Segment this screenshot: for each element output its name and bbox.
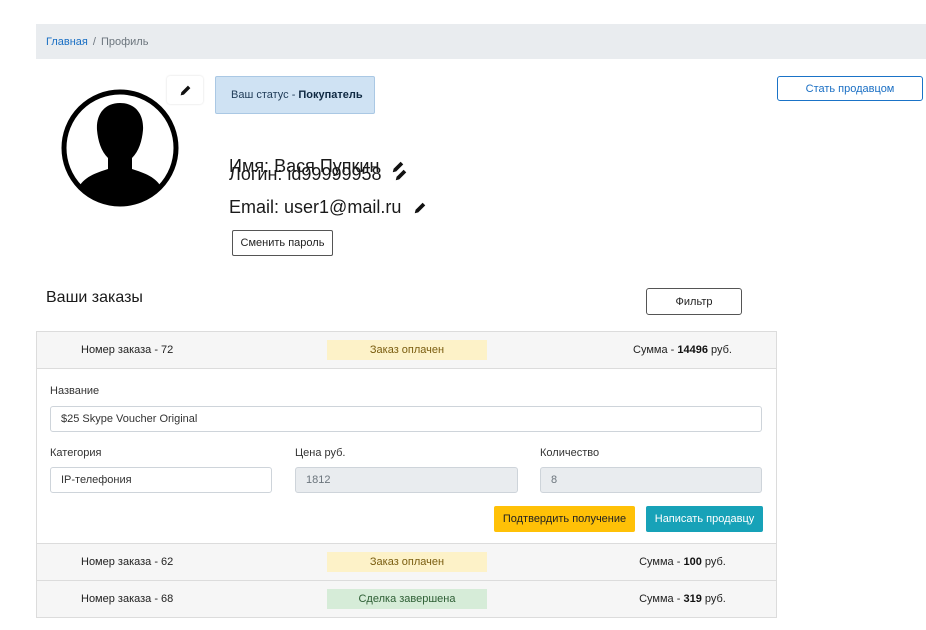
orders-list: Номер заказа - 72 Заказ оплачен Сумма - … xyxy=(36,331,777,618)
quantity-label: Количество xyxy=(540,447,600,459)
price-label: Цена руб. xyxy=(295,447,346,459)
order-row[interactable]: Номер заказа - 62 Заказ оплачен Сумма - … xyxy=(37,544,776,581)
category-field[interactable]: IP-телефония xyxy=(50,467,272,493)
status-prefix: Ваш статус - xyxy=(231,89,296,101)
status-value: Покупатель xyxy=(298,89,363,101)
pencil-icon xyxy=(180,85,190,95)
order-sum: Сумма - 100 руб. xyxy=(639,556,726,568)
become-seller-button[interactable]: Стать продавцом xyxy=(777,76,923,101)
order-number: Номер заказа - 62 xyxy=(81,556,174,568)
order-number: Номер заказа - 68 xyxy=(81,593,174,605)
category-label: Категория xyxy=(50,447,102,459)
profile-login-row: Логин: id99999958 xyxy=(229,164,408,185)
order-row[interactable]: Номер заказа - 72 Заказ оплачен Сумма - … xyxy=(37,332,776,369)
order-sum: Сумма - 14496 руб. xyxy=(633,344,732,356)
confirm-receipt-button[interactable]: Подтвердить получение xyxy=(494,506,635,532)
user-silhouette-icon xyxy=(61,89,179,207)
order-number: Номер заказа - 72 xyxy=(81,344,174,356)
orders-title: Ваши заказы xyxy=(46,289,143,306)
product-name-label: Название xyxy=(50,385,100,397)
status-alert: Ваш статус - Покупатель xyxy=(215,76,375,114)
avatar-edit-button[interactable] xyxy=(167,76,203,104)
pencil-icon xyxy=(395,169,406,180)
order-status-badge: Заказ оплачен xyxy=(327,552,487,572)
write-seller-button[interactable]: Написать продавцу xyxy=(646,506,763,532)
login-value: id99999958 xyxy=(287,164,382,184)
breadcrumb-current: Профиль xyxy=(100,35,149,48)
email-value: user1@mail.ru xyxy=(284,197,402,217)
order-detail-panel: Название $25 Skype Voucher Original Кате… xyxy=(37,369,776,544)
price-field: 1812 xyxy=(295,467,518,493)
login-label: Логин: xyxy=(229,164,283,184)
breadcrumb-separator: / xyxy=(92,35,96,48)
pencil-icon xyxy=(415,202,426,213)
avatar xyxy=(61,89,179,207)
edit-login-button[interactable] xyxy=(394,168,408,182)
product-name-field[interactable]: $25 Skype Voucher Original xyxy=(50,406,762,432)
filter-button[interactable]: Фильтр xyxy=(646,288,742,315)
breadcrumb-home-link[interactable]: Главная xyxy=(46,36,88,48)
edit-email-button[interactable] xyxy=(413,201,427,215)
order-status-badge: Заказ оплачен xyxy=(327,340,487,360)
email-label: Email: xyxy=(229,197,280,217)
order-sum: Сумма - 319 руб. xyxy=(639,593,726,605)
order-status-badge: Сделка завершена xyxy=(327,589,487,609)
quantity-field: 8 xyxy=(540,467,762,493)
order-row[interactable]: Номер заказа - 68 Сделка завершена Сумма… xyxy=(37,581,776,617)
profile-email-row: Email: user1@mail.ru xyxy=(229,197,427,218)
breadcrumb: Главная / Профиль xyxy=(36,24,926,59)
change-password-button[interactable]: Сменить пароль xyxy=(232,230,333,256)
